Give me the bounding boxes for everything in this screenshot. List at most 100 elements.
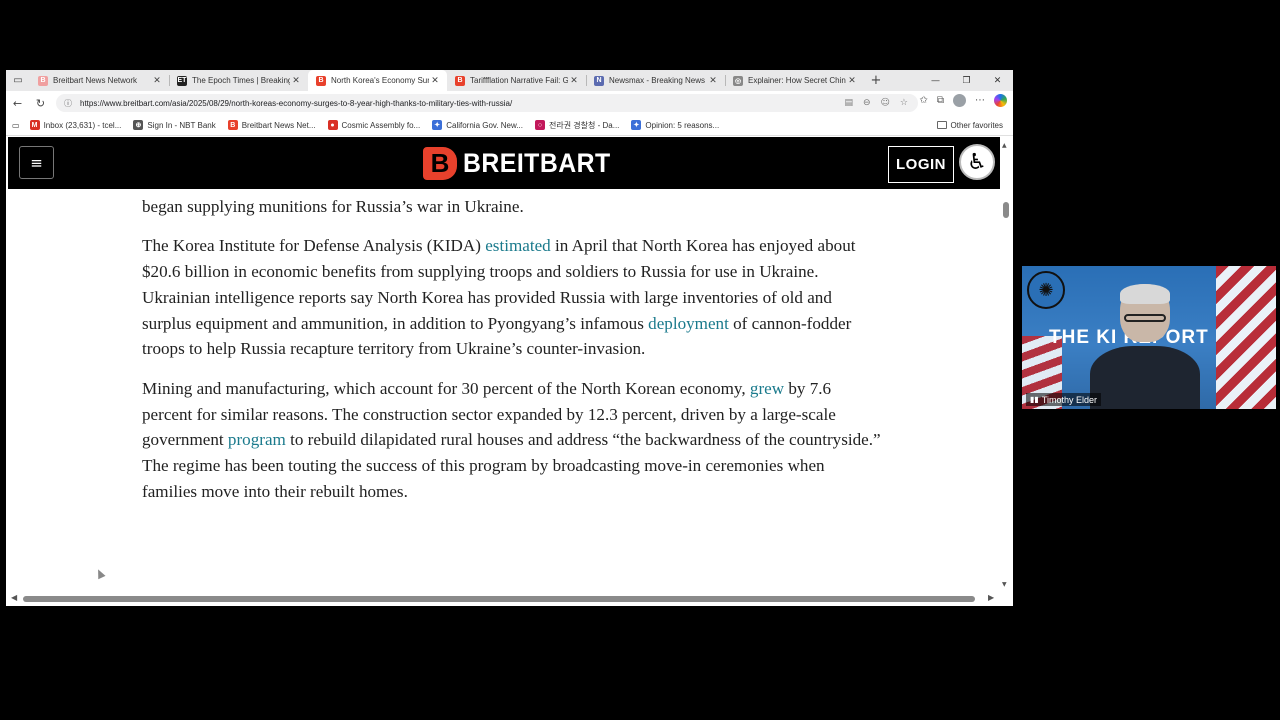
tab-1[interactable]: ET The Epoch Times | Breaking ✕ bbox=[169, 70, 308, 91]
bookmarks-container: M Inbox (23,631) - tcel... ⊕ Sign In - NBT … bbox=[29, 120, 732, 131]
bookmark-favicon-icon: B bbox=[227, 120, 238, 130]
scroll-up-icon[interactable]: ▲ bbox=[1002, 142, 1007, 149]
article-body: began supplying munitions for Russia’s w… bbox=[142, 194, 882, 518]
maximize-button[interactable]: ❐ bbox=[951, 70, 982, 91]
participant-name: Timothy Elder bbox=[1041, 394, 1097, 405]
zoom-icon[interactable]: ⊖ bbox=[863, 98, 871, 108]
presenter-glasses bbox=[1124, 314, 1166, 322]
accessibility-icon[interactable]: ♿ bbox=[959, 144, 995, 180]
bookmark-label: California Gov. New... bbox=[446, 120, 523, 130]
tab-close-icon[interactable]: ✕ bbox=[429, 76, 441, 86]
tab-actions-icon[interactable]: ▭ bbox=[6, 70, 30, 91]
menu-hamburger-icon[interactable]: ≡ bbox=[19, 146, 54, 179]
omnibox-icons: ▤ ⊖ ☺ ☆ bbox=[844, 98, 918, 108]
tab-favicon-icon: B bbox=[38, 75, 48, 86]
back-icon[interactable]: ← bbox=[6, 91, 29, 115]
tab-title: Tariffflation Narrative Fail: Go bbox=[470, 76, 568, 85]
bookmarks-bar: ▭ M Inbox (23,631) - tcel... ⊕ Sign In - NB… bbox=[6, 115, 1013, 136]
estimated-link[interactable]: estimated bbox=[485, 236, 551, 255]
bookmark-label: Breitbart News Net... bbox=[241, 120, 316, 130]
reader-mode-icon[interactable]: ▤ bbox=[844, 98, 853, 108]
tab-favicon-icon: ET bbox=[177, 75, 187, 86]
bookmark-label: Cosmic Assembly fo... bbox=[341, 120, 421, 130]
seal-icon: ✺ bbox=[1027, 271, 1065, 309]
bookmark-favicon-icon: ⊕ bbox=[133, 120, 144, 130]
window-controls: — ❐ ✕ bbox=[920, 70, 1013, 91]
bookmark-menu-icon[interactable]: ▭ bbox=[12, 121, 20, 130]
tab-title: North Korea's Economy Surg bbox=[331, 76, 429, 85]
tab-close-icon[interactable]: ✕ bbox=[707, 76, 719, 86]
participant-name-tag: ▮▮ Timothy Elder bbox=[1026, 393, 1101, 406]
reload-icon[interactable]: ↻ bbox=[29, 91, 52, 115]
minimize-button[interactable]: — bbox=[920, 70, 951, 91]
tab-title: Newsmax - Breaking News | bbox=[609, 76, 707, 85]
bookmark-favicon-icon: M bbox=[29, 120, 40, 130]
presenter bbox=[1090, 284, 1200, 409]
address-toolbar: ← ↻ ⓘ https://www.breitbart.com/asia/202… bbox=[6, 91, 1013, 115]
bookmark-favicon-icon: ✦ bbox=[432, 120, 443, 130]
scroll-right-icon[interactable]: ▶ bbox=[988, 593, 994, 602]
browser-window: ▭ B Breitbart News Network ✕ ET The Epoch Ti… bbox=[6, 70, 1013, 606]
tab-0[interactable]: B Breitbart News Network ✕ bbox=[30, 70, 169, 91]
other-favorites-label: Other favorites bbox=[950, 120, 1003, 130]
login-button[interactable]: LOGIN bbox=[888, 146, 954, 183]
tab-favicon-icon: B bbox=[316, 75, 326, 86]
tab-favicon-icon: B bbox=[455, 75, 465, 86]
paragraph-text: Mining and manufacturing, which account … bbox=[142, 378, 750, 398]
horizontal-scroll-thumb[interactable] bbox=[23, 596, 975, 602]
bookmark-6[interactable]: ✦ Opinion: 5 reasons... bbox=[631, 120, 719, 130]
bookmark-1[interactable]: ⊕ Sign In - NBT Bank bbox=[133, 120, 216, 130]
bookmark-5[interactable]: ○ 전라권 경찰청 - Da... bbox=[535, 120, 619, 131]
other-favorites[interactable]: Other favorites bbox=[936, 120, 1003, 130]
more-menu-icon[interactable]: ⋯ bbox=[975, 95, 985, 106]
tab-title: Explainer: How Secret Chinc bbox=[748, 76, 846, 85]
flag-stripes bbox=[1216, 266, 1276, 409]
new-tab-button[interactable]: + bbox=[864, 73, 888, 88]
bookmark-label: Sign In - NBT Bank bbox=[147, 120, 216, 130]
tab-favicon-icon: N bbox=[594, 75, 604, 86]
bookmark-label: Inbox (23,631) - tcel... bbox=[43, 120, 122, 130]
breitbart-logo[interactable]: B BREITBART bbox=[423, 147, 624, 180]
signal-bars-icon: ▮▮ bbox=[1030, 395, 1039, 404]
copilot-icon[interactable] bbox=[994, 94, 1007, 107]
bookmark-3[interactable]: ● Cosmic Assembly fo... bbox=[327, 120, 421, 130]
site-info-icon[interactable]: ⓘ bbox=[64, 98, 72, 109]
tab-close-icon[interactable]: ✕ bbox=[290, 76, 302, 86]
vertical-scroll-thumb[interactable] bbox=[1003, 202, 1009, 218]
bookmark-2[interactable]: B Breitbart News Net... bbox=[227, 120, 316, 130]
tracking-icon[interactable]: ☺ bbox=[881, 98, 890, 108]
tab-5[interactable]: ◎ Explainer: How Secret Chinc ✕ bbox=[725, 70, 864, 91]
tab-2[interactable]: B North Korea's Economy Surg ✕ bbox=[308, 70, 447, 91]
tab-close-icon[interactable]: ✕ bbox=[151, 76, 163, 86]
site-header: ≡ B BREITBART LOGIN ♿ bbox=[8, 137, 1000, 189]
presenter-hair bbox=[1120, 284, 1170, 304]
presenter-body bbox=[1090, 346, 1200, 409]
address-bar[interactable]: ⓘ https://www.breitbart.com/asia/2025/08… bbox=[56, 94, 918, 112]
tab-close-icon[interactable]: ✕ bbox=[568, 76, 580, 86]
bookmark-4[interactable]: ✦ California Gov. New... bbox=[432, 120, 523, 130]
favorites-icon[interactable]: ✩ bbox=[919, 95, 927, 106]
bookmark-favicon-icon: ● bbox=[327, 120, 338, 130]
bookmark-0[interactable]: M Inbox (23,631) - tcel... bbox=[29, 120, 122, 130]
tab-close-icon[interactable]: ✕ bbox=[846, 76, 858, 86]
horizontal-scrollbar[interactable]: ◀ ▶ bbox=[6, 592, 1000, 606]
bookmark-favicon-icon: ○ bbox=[535, 120, 545, 130]
close-window-button[interactable]: ✕ bbox=[982, 70, 1013, 91]
scroll-left-icon[interactable]: ◀ bbox=[11, 593, 17, 602]
paragraph-text: began supplying munitions for Russia’s w… bbox=[142, 197, 524, 216]
webcam-overlay: ✺ THE KI REPORT ▮▮ Timothy Elder bbox=[1022, 266, 1276, 409]
tab-3[interactable]: B Tariffflation Narrative Fail: Go ✕ bbox=[447, 70, 586, 91]
vertical-scrollbar[interactable]: ▲ ▼ bbox=[1000, 137, 1013, 606]
favorite-star-icon[interactable]: ☆ bbox=[900, 98, 908, 108]
scroll-down-icon[interactable]: ▼ bbox=[1002, 581, 1007, 588]
profile-avatar[interactable] bbox=[953, 94, 966, 107]
grew-link[interactable]: grew bbox=[750, 379, 784, 398]
tab-strip: ▭ B Breitbart News Network ✕ ET The Epoch Ti… bbox=[6, 70, 1013, 91]
article-paragraph: began supplying munitions for Russia’s w… bbox=[142, 194, 882, 220]
collections-icon[interactable]: ⧉ bbox=[937, 95, 944, 106]
tab-4[interactable]: N Newsmax - Breaking News | ✕ bbox=[586, 70, 725, 91]
deployment-link[interactable]: deployment bbox=[648, 314, 729, 333]
folder-icon bbox=[936, 121, 947, 129]
program-link[interactable]: program bbox=[228, 430, 286, 449]
mouse-cursor-icon bbox=[94, 567, 106, 580]
